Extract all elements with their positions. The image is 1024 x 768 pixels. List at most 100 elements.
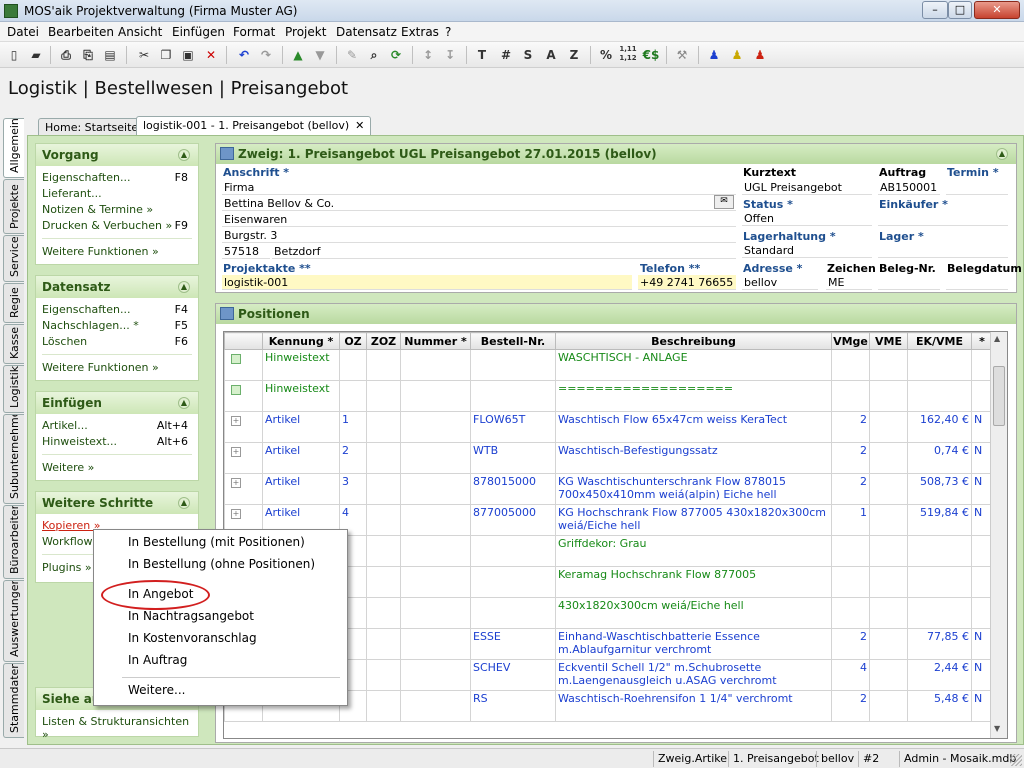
adresse-field[interactable]: bellov xyxy=(742,275,818,290)
print-preview-icon[interactable]: ⎘ xyxy=(78,45,98,65)
vtab-subunternehmer[interactable]: Subunternehmer xyxy=(3,414,24,504)
action-lieferant[interactable]: Lieferant... xyxy=(36,186,198,202)
ek-vme-cell[interactable] xyxy=(907,597,972,629)
col-oz[interactable]: OZ xyxy=(339,332,367,350)
beschreibung-cell[interactable]: =================== xyxy=(555,380,832,412)
open-folder-icon[interactable]: ▰ xyxy=(26,45,46,65)
sum-button[interactable]: S xyxy=(518,45,538,65)
nummer-cell[interactable] xyxy=(400,380,471,412)
vmge-cell[interactable]: 2 xyxy=(831,628,870,660)
new-icon[interactable]: ▯ xyxy=(4,45,24,65)
vmge-cell[interactable]: 2 xyxy=(831,473,870,505)
ek-vme-cell[interactable]: 0,74 € xyxy=(907,442,972,474)
lager-field[interactable] xyxy=(878,243,1008,258)
copy-pages-icon[interactable]: ▤ xyxy=(100,45,120,65)
panel-header[interactable]: Datensatz ▲ xyxy=(36,276,198,298)
address-line-4[interactable]: Burgstr. 3 xyxy=(222,228,736,243)
expand-icon[interactable]: + xyxy=(231,416,241,426)
menu-item-in-angebot[interactable]: In Angebot xyxy=(128,587,193,601)
ek-vme-cell[interactable]: 508,73 € xyxy=(907,473,972,505)
zoz-cell[interactable] xyxy=(366,535,401,567)
move-up-icon[interactable]: ▲ xyxy=(288,45,308,65)
bestellnr-cell[interactable] xyxy=(470,597,556,629)
menu-item-in-bestellung-ohne[interactable]: In Bestellung (ohne Positionen) xyxy=(128,557,315,571)
row-marker-icon[interactable] xyxy=(231,354,241,364)
bestellnr-cell[interactable] xyxy=(470,566,556,598)
col-vme[interactable]: VME xyxy=(869,332,908,350)
bestellnr-cell[interactable] xyxy=(470,380,556,412)
minimize-button[interactable]: – xyxy=(922,1,948,19)
action-nachschlagen[interactable]: Nachschlagen... * F5 xyxy=(36,318,198,334)
col-bestellnr[interactable]: Bestell-Nr. xyxy=(470,332,556,350)
menu-item-weitere[interactable]: Weitere... xyxy=(128,683,185,697)
kennung-cell[interactable]: Artikel xyxy=(262,473,340,505)
address-line-3[interactable]: Eisenwaren xyxy=(222,212,736,227)
menu-datensatz[interactable]: Datensatz xyxy=(336,25,397,39)
user-blue-icon[interactable]: ♟ xyxy=(704,45,724,65)
beschreibung-cell[interactable]: KG Hochschrank Flow 877005 430x1820x300c… xyxy=(555,504,832,536)
sort-za-icon[interactable]: ↧ xyxy=(440,45,460,65)
vme-cell[interactable] xyxy=(869,535,908,567)
vme-cell[interactable] xyxy=(869,690,908,722)
vmge-cell[interactable] xyxy=(831,380,870,412)
ort-field[interactable]: Betzdorf xyxy=(272,244,736,259)
row-select-cell[interactable]: + xyxy=(224,473,263,505)
vme-cell[interactable] xyxy=(869,566,908,598)
ek-vme-cell[interactable] xyxy=(907,380,972,412)
action-hinweistext[interactable]: Hinweistext... Alt+6 xyxy=(36,434,198,450)
ek-vme-cell[interactable] xyxy=(907,566,972,598)
action-notizen-termine[interactable]: Notizen & Termine » xyxy=(36,202,198,218)
nummer-cell[interactable] xyxy=(400,349,471,381)
menu-datei[interactable]: Datei xyxy=(7,25,39,39)
expand-icon[interactable]: + xyxy=(231,447,241,457)
vertical-scrollbar[interactable]: ▲ ▼ xyxy=(990,332,1007,738)
oz-cell[interactable]: 1 xyxy=(339,411,367,443)
address-line-2[interactable]: Bettina Bellov & Co. xyxy=(222,196,736,211)
telefon-field[interactable]: +49 2741 76655 xyxy=(638,275,736,290)
beschreibung-cell[interactable]: Keramag Hochschrank Flow 877005 xyxy=(555,566,832,598)
nummer-cell[interactable] xyxy=(400,597,471,629)
menu-extras[interactable]: Extras xyxy=(401,25,439,39)
expand-icon[interactable]: + xyxy=(231,478,241,488)
kennung-cell[interactable]: Hinweistext xyxy=(262,380,340,412)
panel-header[interactable]: Weitere Schritte ▲ xyxy=(36,492,198,514)
collapse-icon[interactable]: ▲ xyxy=(178,149,190,161)
search-icon[interactable]: ⌕ xyxy=(364,45,384,65)
oz-cell[interactable] xyxy=(339,349,367,381)
beschreibung-cell[interactable]: Eckventil Schell 1/2" m.Schubrosette m.L… xyxy=(555,659,832,691)
beschreibung-cell[interactable]: Waschtisch-Roehrensifon 1 1/4" verchromt xyxy=(555,690,832,722)
table-row[interactable]: Hinweistext =================== xyxy=(224,380,993,412)
menu-item-in-kostenvoranschlag[interactable]: In Kostenvoranschlag xyxy=(128,631,257,645)
bestellnr-cell[interactable]: FLOW65T xyxy=(470,411,556,443)
termin-field[interactable] xyxy=(946,180,1008,195)
table-row[interactable]: + Artikel 3 878015000 KG Waschtischunterschr… xyxy=(224,473,993,505)
beschreibung-cell[interactable]: KG Waschtischunterschrank Flow 878015 70… xyxy=(555,473,832,505)
kennung-cell[interactable]: Hinweistext xyxy=(262,349,340,381)
bestellnr-cell[interactable]: WTB xyxy=(470,442,556,474)
redo-icon[interactable]: ↷ xyxy=(256,45,276,65)
expand-icon[interactable]: + xyxy=(231,509,241,519)
row-select-cell[interactable] xyxy=(224,380,263,412)
close-button[interactable]: ✕ xyxy=(974,1,1020,19)
bestellnr-cell[interactable] xyxy=(470,535,556,567)
currency-button[interactable]: €$ xyxy=(641,45,661,65)
nummer-cell[interactable] xyxy=(400,566,471,598)
menu-ansicht[interactable]: Ansicht xyxy=(118,25,162,39)
row-select-cell[interactable]: + xyxy=(224,411,263,443)
vtab-auswertungen[interactable]: Auswertungen xyxy=(3,580,24,662)
ek-vme-cell[interactable] xyxy=(907,535,972,567)
cut-icon[interactable]: ✂ xyxy=(134,45,154,65)
action-eigenschaften[interactable]: Eigenschaften... F8 xyxy=(36,170,198,186)
bestellnr-cell[interactable]: 878015000 xyxy=(470,473,556,505)
col-vmge[interactable]: VMge xyxy=(831,332,870,350)
vme-cell[interactable] xyxy=(869,504,908,536)
action-eigenschaften[interactable]: Eigenschaften... F4 xyxy=(36,302,198,318)
vtab-projekte[interactable]: Projekte xyxy=(3,179,24,234)
vmge-cell[interactable]: 2 xyxy=(831,442,870,474)
ek-vme-cell[interactable]: 77,85 € xyxy=(907,628,972,660)
vmge-cell[interactable] xyxy=(831,566,870,598)
user-red-icon[interactable]: ♟ xyxy=(750,45,770,65)
user-yellow-icon[interactable]: ♟ xyxy=(727,45,747,65)
table-row[interactable]: + Artikel 1 FLOW65T Waschtisch Flow 65x47cm … xyxy=(224,411,993,443)
zoz-cell[interactable] xyxy=(366,628,401,660)
